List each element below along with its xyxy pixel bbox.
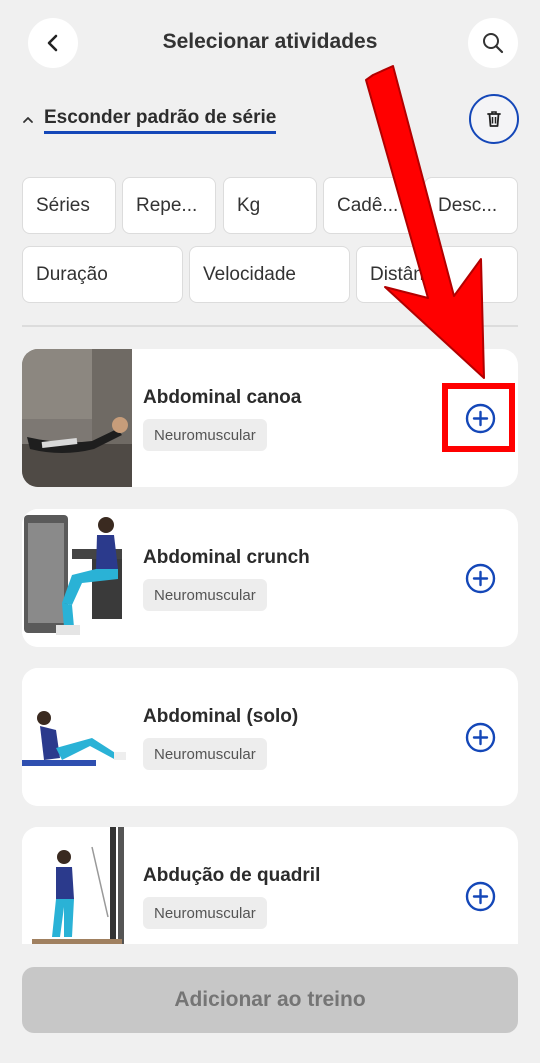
field-duration[interactable]: Duração	[22, 246, 183, 303]
series-pattern-toggle-label: Esconder padrão de série	[44, 107, 277, 134]
field-distance[interactable]: Distância	[356, 246, 518, 303]
search-icon	[483, 33, 504, 54]
activity-name: Abdominal crunch	[143, 547, 310, 568]
activity-name: Abdominal canoa	[143, 387, 302, 408]
add-circle-icon[interactable]	[465, 403, 496, 434]
field-series[interactable]: Séries	[22, 177, 116, 234]
add-circle-icon[interactable]	[465, 722, 496, 753]
activity-tag: Neuromuscular	[143, 419, 267, 451]
activity-card[interactable]: Abdominal canoa Neuromuscular	[22, 349, 518, 487]
trash-icon	[487, 111, 501, 127]
activity-card[interactable]: Abdominal crunch Neuromuscular	[22, 509, 518, 647]
activity-name: Abdominal (solo)	[143, 706, 299, 727]
activity-tag: Neuromuscular	[143, 738, 267, 770]
field-rest[interactable]: Desc...	[424, 177, 518, 234]
delete-series-button[interactable]	[469, 94, 519, 144]
activity-thumbnail	[22, 349, 132, 487]
field-speed[interactable]: Velocidade	[189, 246, 350, 303]
add-circle-icon[interactable]	[465, 563, 496, 594]
search-button[interactable]	[468, 18, 518, 68]
activity-card[interactable]: Abdominal (solo) Neuromuscular	[22, 668, 518, 806]
series-pattern-toggle[interactable]: Esconder padrão de série	[22, 100, 277, 140]
add-circle-icon[interactable]	[465, 881, 496, 912]
field-kg[interactable]: Kg	[223, 177, 317, 234]
activity-tag: Neuromuscular	[143, 579, 267, 611]
add-to-workout-button[interactable]: Adicionar ao treino	[22, 967, 518, 1033]
divider	[22, 325, 518, 327]
field-cadence[interactable]: Cadê...	[323, 177, 417, 234]
field-repetitions[interactable]: Repe...	[122, 177, 216, 234]
activity-thumbnail	[22, 509, 132, 647]
activity-name: Abdução de quadril	[143, 865, 321, 886]
top-bar: Selecionar atividades	[0, 0, 540, 86]
activity-tag: Neuromuscular	[143, 897, 267, 929]
chevron-up-icon	[23, 117, 33, 123]
page-title: Selecionar atividades	[162, 30, 378, 53]
activity-thumbnail	[22, 668, 132, 806]
